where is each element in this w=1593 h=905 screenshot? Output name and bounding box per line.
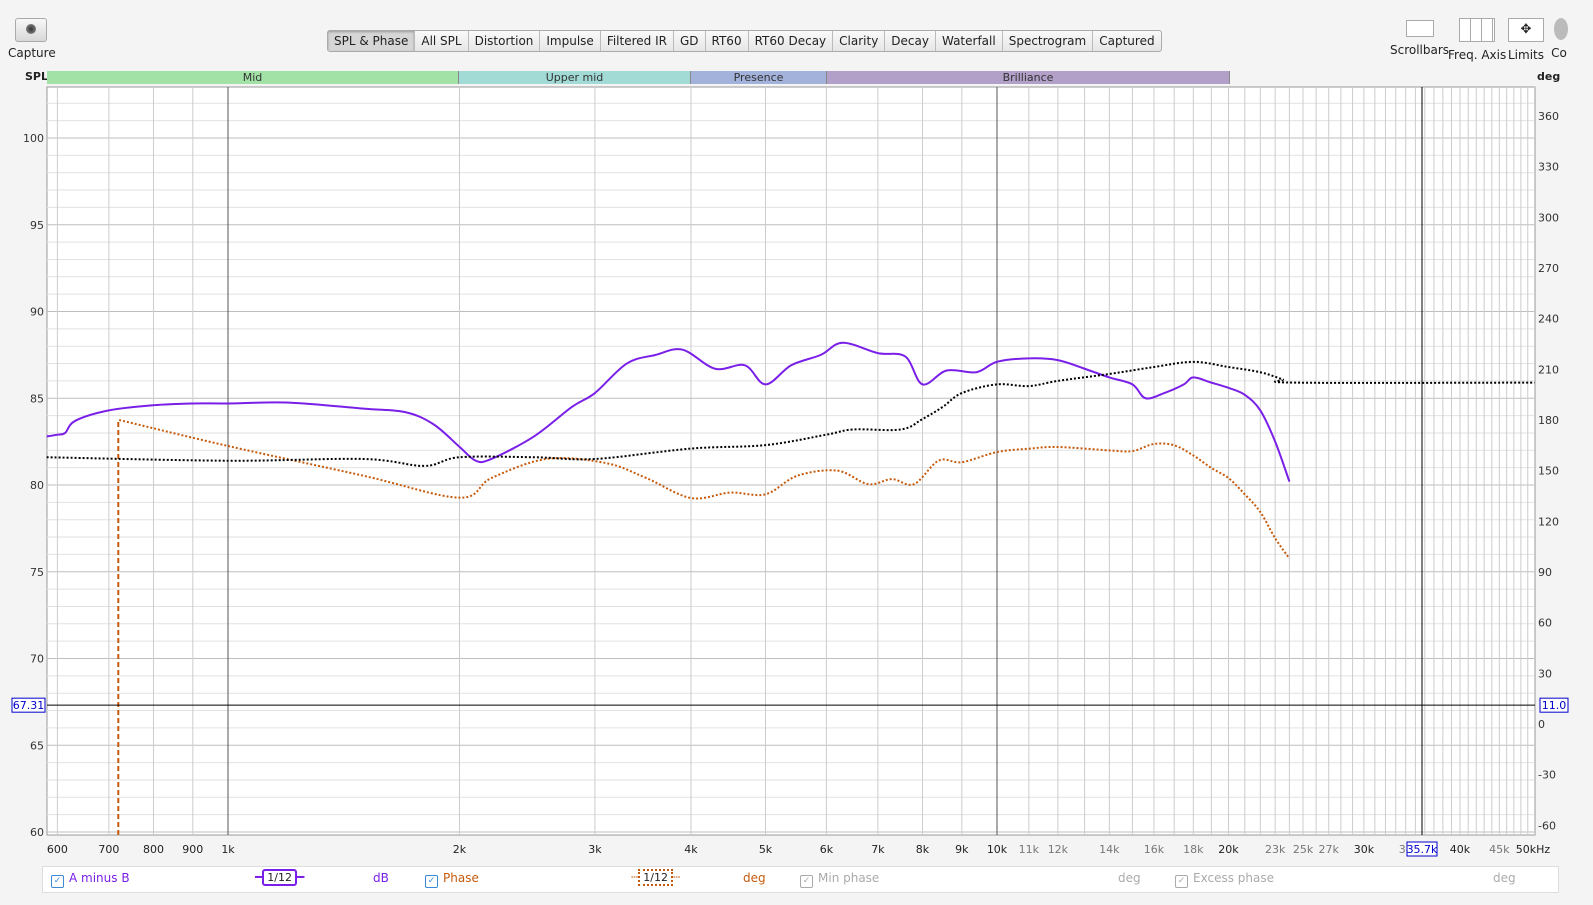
y2-tick-label: 300: [1538, 211, 1559, 224]
y-tick-label: 85: [30, 392, 44, 405]
x-tick-label: 23k: [1265, 843, 1286, 856]
legend-unit: deg: [743, 871, 766, 885]
smoothing-a-minus-b[interactable]: ━ 1/12 ━: [255, 869, 304, 886]
legend-label: Min phase: [818, 871, 880, 885]
legend-unit: dB: [373, 871, 389, 885]
x-tick-label: 30k: [1354, 843, 1375, 856]
legend-panel: ✓ A minus B ━ 1/12 ━ dB ✓ Phase ┄ 1/12 ┄ deg ✓…: [42, 866, 1559, 893]
y-tick-label: 60: [30, 826, 44, 839]
checkbox-checked-icon[interactable]: ✓: [425, 875, 438, 888]
cursor-spl-readout: 67.31: [13, 699, 45, 712]
x-tick-label: 11k: [1019, 843, 1040, 856]
y-tick-label: 65: [30, 739, 44, 752]
y2-tick-label: 0: [1538, 718, 1545, 731]
x-tick-label: 5k: [759, 843, 773, 856]
legend-label: Phase: [443, 871, 479, 885]
x-tick-label: 1k: [221, 843, 235, 856]
cursor-phase-readout: 11.0: [1542, 699, 1567, 712]
y-tick-label: 90: [30, 306, 44, 319]
y-tick-label: 100: [23, 132, 44, 145]
x-tick-label: 12k: [1048, 843, 1069, 856]
y-tick-label: 70: [30, 653, 44, 666]
x-tick-label: 9k: [955, 843, 969, 856]
legend-min-phase[interactable]: ✓ Min phase: [800, 871, 879, 888]
y-tick-label: 95: [30, 219, 44, 232]
x-tick-label: 4k: [684, 843, 698, 856]
checkbox-checked-icon[interactable]: ✓: [800, 875, 813, 888]
y2-tick-label: 90: [1538, 566, 1552, 579]
y2-tick-label: 360: [1538, 110, 1559, 123]
y2-tick-label: 150: [1538, 465, 1559, 478]
legend-a-minus-b[interactable]: ✓ A minus B: [51, 871, 130, 888]
checkbox-checked-icon[interactable]: ✓: [51, 875, 64, 888]
x-tick-label: 2k: [453, 843, 467, 856]
x-tick-label: 40k: [1450, 843, 1471, 856]
x-tick-label: 18k: [1183, 843, 1204, 856]
smoothing-phase[interactable]: ┄ 1/12 ┄: [631, 869, 680, 886]
spl-phase-chart[interactable]: 60 65 70 75 80 85 90 95 100 -60 -30 0 30 60 90 120 150 18…: [0, 0, 1593, 866]
y2-tick-label: 180: [1538, 414, 1559, 427]
y2-tick-label: 330: [1538, 161, 1559, 174]
x-tick-label: 600: [47, 843, 68, 856]
y2-tick-label: -30: [1538, 769, 1556, 782]
legend-unit: deg: [1493, 871, 1516, 885]
y-tick-label: 75: [30, 566, 44, 579]
y2-tick-label: 30: [1538, 667, 1552, 680]
cursor-freq-readout: 35.7k: [1407, 843, 1438, 856]
smoothing-label: 1/12: [638, 869, 673, 886]
x-tick-label: 20k: [1218, 843, 1239, 856]
plot-area: [46, 86, 1536, 836]
x-tick-label: 25k: [1293, 843, 1314, 856]
y2-tick-label: 60: [1538, 617, 1552, 630]
x-tick-label: 700: [98, 843, 119, 856]
x-tick-label: 16k: [1144, 843, 1165, 856]
x-unit-label: 50kHz: [1516, 843, 1551, 856]
x-tick-label: 800: [143, 843, 164, 856]
legend-label: Excess phase: [1193, 871, 1274, 885]
x-tick-label: 6k: [820, 843, 834, 856]
y2-tick-label: 120: [1538, 515, 1559, 528]
smoothing-label: 1/12: [262, 869, 297, 886]
x-tick-label: 8k: [916, 843, 930, 856]
x-tick-label: 14k: [1099, 843, 1120, 856]
y-tick-label: 80: [30, 479, 44, 492]
checkbox-checked-icon[interactable]: ✓: [1175, 875, 1188, 888]
x-tick-label: 7k: [871, 843, 885, 856]
legend-label: A minus B: [69, 871, 130, 885]
legend-unit: deg: [1118, 871, 1141, 885]
y2-tick-label: 240: [1538, 313, 1559, 326]
x-tick-label: 10k: [987, 843, 1008, 856]
legend-excess-phase[interactable]: ✓ Excess phase: [1175, 871, 1274, 888]
x-tick-label: 3k: [588, 843, 602, 856]
y2-tick-label: 210: [1538, 363, 1559, 376]
x-tick-label: 27k: [1319, 843, 1340, 856]
y2-tick-label: 270: [1538, 262, 1559, 275]
legend-phase[interactable]: ✓ Phase: [425, 871, 479, 888]
x-tick-label: 900: [182, 843, 203, 856]
x-tick-label: 45k: [1489, 843, 1510, 856]
y2-tick-label: -60: [1538, 819, 1556, 832]
